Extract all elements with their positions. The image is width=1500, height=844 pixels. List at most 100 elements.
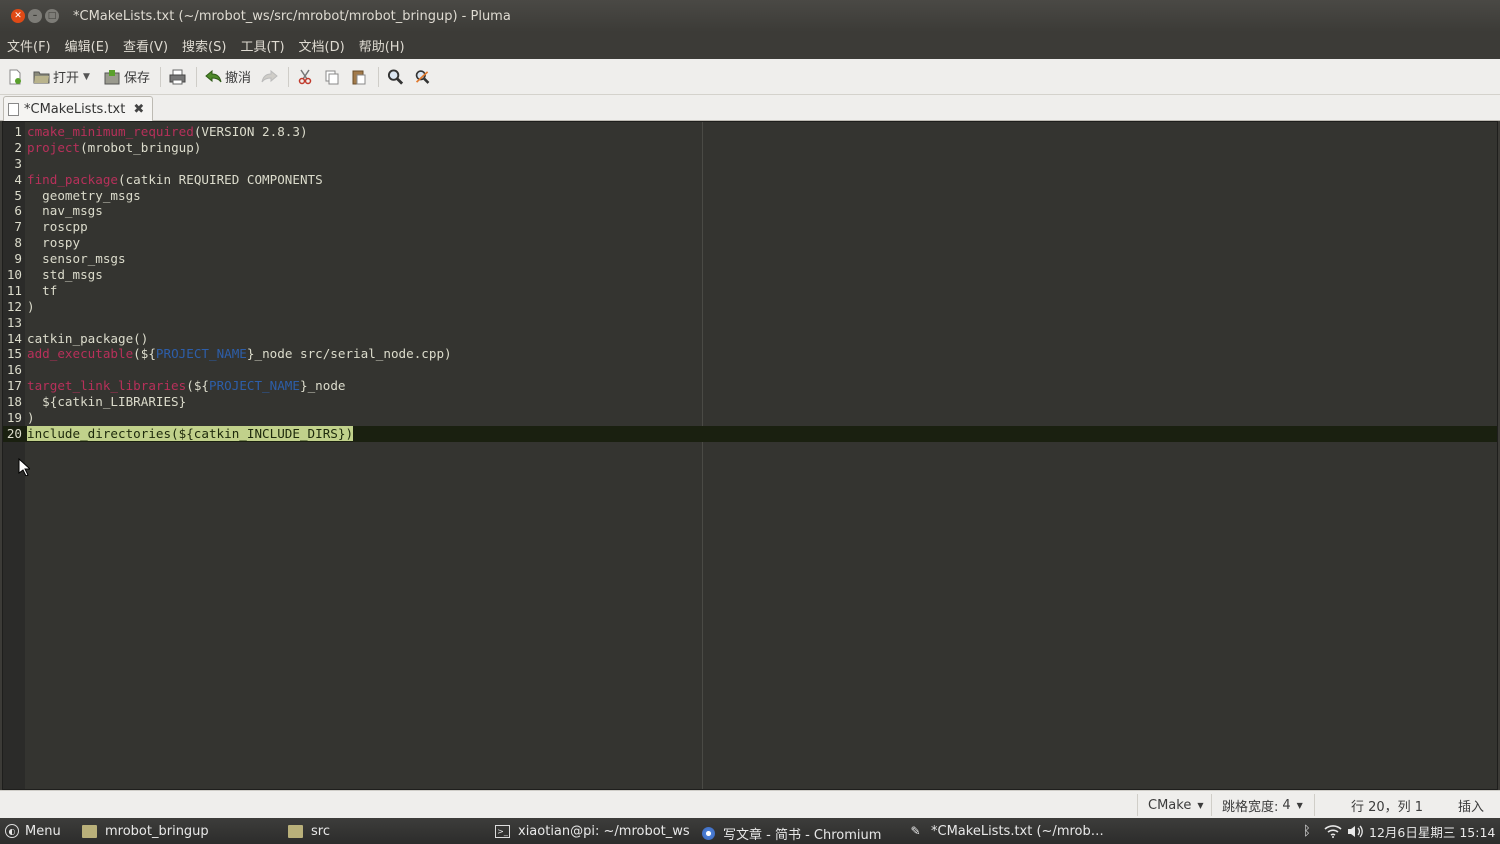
wifi-icon[interactable]: [1324, 818, 1342, 844]
cursor-position-label: 行 20，列 1: [1351, 799, 1424, 815]
code-token: roscpp: [27, 219, 88, 235]
tab-width-value: 4: [1282, 797, 1291, 813]
menu-bar: 文件(F) 编辑(E) 查看(V) 搜索(S) 工具(T) 文档(D) 帮助(H…: [0, 32, 1500, 59]
open-recent-dropdown-icon[interactable]: ▼: [83, 72, 90, 82]
code-line[interactable]: 3: [3, 156, 1497, 172]
taskbar-clock[interactable]: 12月6日星期三 15:14: [1369, 818, 1495, 844]
taskbar-task-label: xiaotian@pi: ~/mrobot_ws: [518, 823, 690, 839]
code-line[interactable]: 20 include_directories(${catkin_INCLUDE_D…: [3, 425, 1497, 442]
toolbar-separator: [159, 66, 161, 87]
line-number: 1: [14, 124, 22, 139]
taskbar-menu-label: Menu: [25, 823, 61, 839]
code-token: (${: [133, 346, 156, 362]
code-token: (mrobot_bringup): [80, 139, 202, 155]
language-selector[interactable]: CMake ▼: [1137, 794, 1211, 816]
copy-icon: [324, 68, 341, 85]
code-line[interactable]: 15 add_executable(${PROJECT_NAME}_node sr…: [3, 346, 1497, 362]
menu-help[interactable]: 帮助(H): [359, 36, 405, 55]
code-line[interactable]: 19): [3, 410, 1497, 426]
code-token: std_msgs: [27, 267, 103, 283]
code-line[interactable]: 13: [3, 315, 1497, 331]
taskbar-task-mrobot-bringup[interactable]: mrobot_bringup: [82, 818, 209, 844]
undo-button[interactable]: 撤消: [205, 64, 251, 90]
folder-icon: [288, 824, 303, 838]
menu-file[interactable]: 文件(F): [7, 36, 51, 55]
code-token: catkin_package(): [27, 330, 149, 346]
window-title: *CMakeLists.txt (~/mrobot_ws/src/mrobot/…: [73, 8, 511, 24]
copy-button[interactable]: [324, 64, 341, 90]
taskbar-task-label: 写文章 - 简书 - Chromium: [723, 827, 882, 843]
code-token: rospy: [27, 235, 81, 251]
open-button[interactable]: 打开: [33, 64, 79, 90]
code-editor[interactable]: 1 cmake_minimum_required(VERSION 2.8.3) 2 p…: [2, 121, 1498, 790]
code-line[interactable]: 11 tf: [3, 283, 1497, 299]
taskbar-task-terminal[interactable]: >_ xiaotian@pi: ~/mrobot_ws: [495, 818, 690, 844]
code-token: geometry_msgs: [27, 187, 141, 203]
title-bar[interactable]: ✕ – □ *CMakeLists.txt (~/mrobot_ws/src/m…: [0, 0, 1500, 32]
tab-width-label: 跳格宽度:: [1222, 799, 1279, 815]
code-token: ${catkin_LIBRARIES}: [27, 394, 187, 410]
taskbar-task-src[interactable]: src: [288, 818, 330, 844]
new-button[interactable]: [6, 64, 23, 90]
menu-documents[interactable]: 文档(D): [299, 36, 345, 55]
line-number: 12: [6, 298, 22, 314]
code-line[interactable]: 17 target_link_libraries(${PROJECT_NAME}_…: [3, 378, 1497, 394]
code-line[interactable]: 2 project(mrobot_bringup): [3, 140, 1497, 156]
code-line[interactable]: 7 roscpp: [3, 219, 1497, 235]
taskbar-task-pluma[interactable]: ✎ *CMakeLists.txt (~/mrob…: [908, 818, 1108, 844]
selected-text: include_directories(${catkin_INCLUDE_DIR…: [27, 425, 354, 441]
toolbar-separator: [195, 66, 197, 87]
close-tab-icon[interactable]: ✖: [133, 102, 144, 117]
variable-token: PROJECT_NAME: [155, 346, 247, 362]
line-text: add_executable(${PROJECT_NAME}_node src/…: [27, 346, 452, 362]
code-line[interactable]: 1 cmake_minimum_required(VERSION 2.8.3): [3, 124, 1497, 140]
line-text: ): [27, 299, 35, 315]
line-text: sensor_msgs: [27, 251, 125, 267]
menu-tools[interactable]: 工具(T): [240, 36, 284, 55]
code-line[interactable]: 16: [3, 362, 1497, 378]
paste-button[interactable]: [351, 64, 368, 90]
code-token: (VERSION 2.8.3): [193, 124, 308, 139]
code-line[interactable]: 18 ${catkin_LIBRARIES}: [3, 394, 1497, 410]
maximize-window-icon[interactable]: □: [45, 9, 59, 23]
line-text: nav_msgs: [27, 203, 103, 219]
code-token: (catkin REQUIRED COMPONENTS: [118, 171, 323, 187]
cut-button[interactable]: [297, 64, 314, 90]
find-button[interactable]: [387, 64, 404, 90]
cmake-command-token: cmake_minimum_required: [27, 124, 194, 139]
tab-width-selector[interactable]: 跳格宽度: 4 ▼: [1211, 794, 1314, 816]
toolbar-separator: [377, 66, 379, 87]
menu-edit[interactable]: 编辑(E): [65, 36, 109, 55]
document-tab-strip: *CMakeLists.txt ✖: [0, 95, 1500, 121]
code-line[interactable]: 8 rospy: [3, 235, 1497, 251]
code-line[interactable]: 14 catkin_package(): [3, 331, 1497, 347]
taskbar-menu-button[interactable]: ◐ Menu: [5, 818, 61, 844]
mouse-pointer-icon: [18, 458, 30, 476]
replace-button[interactable]: [414, 64, 431, 90]
volume-icon[interactable]: [1347, 818, 1365, 844]
code-line[interactable]: 12): [3, 299, 1497, 315]
menu-search[interactable]: 搜索(S): [182, 36, 226, 55]
taskbar-task-chromium[interactable]: 写文章 - 简书 - Chromium: [702, 820, 881, 844]
print-button[interactable]: [169, 64, 186, 90]
save-button[interactable]: 保存: [104, 64, 150, 90]
close-window-icon[interactable]: ✕: [11, 9, 25, 23]
line-number: 20: [6, 425, 22, 441]
print-icon: [169, 68, 186, 85]
code-token: }_node src/serial_node.cpp): [246, 346, 452, 362]
magnifier-icon: [387, 68, 404, 85]
code-line[interactable]: 5 geometry_msgs: [3, 188, 1497, 204]
code-line[interactable]: 4 find_package(catkin REQUIRED COMPONENTS: [3, 172, 1497, 188]
bluetooth-icon[interactable]: ᛒ: [1303, 818, 1311, 844]
code-line[interactable]: 6 nav_msgs: [3, 203, 1497, 219]
code-line[interactable]: 9 sensor_msgs: [3, 251, 1497, 267]
redo-button[interactable]: [261, 64, 278, 90]
menu-view[interactable]: 查看(V): [123, 36, 168, 55]
line-number: 17: [6, 378, 22, 394]
new-document-icon: [6, 68, 23, 85]
code-line[interactable]: 10 std_msgs: [3, 267, 1497, 283]
minimize-window-icon[interactable]: –: [28, 9, 42, 23]
tab-cmakelists[interactable]: *CMakeLists.txt ✖: [3, 96, 153, 121]
language-label: CMake: [1148, 797, 1192, 813]
line-number: 11: [6, 282, 22, 298]
